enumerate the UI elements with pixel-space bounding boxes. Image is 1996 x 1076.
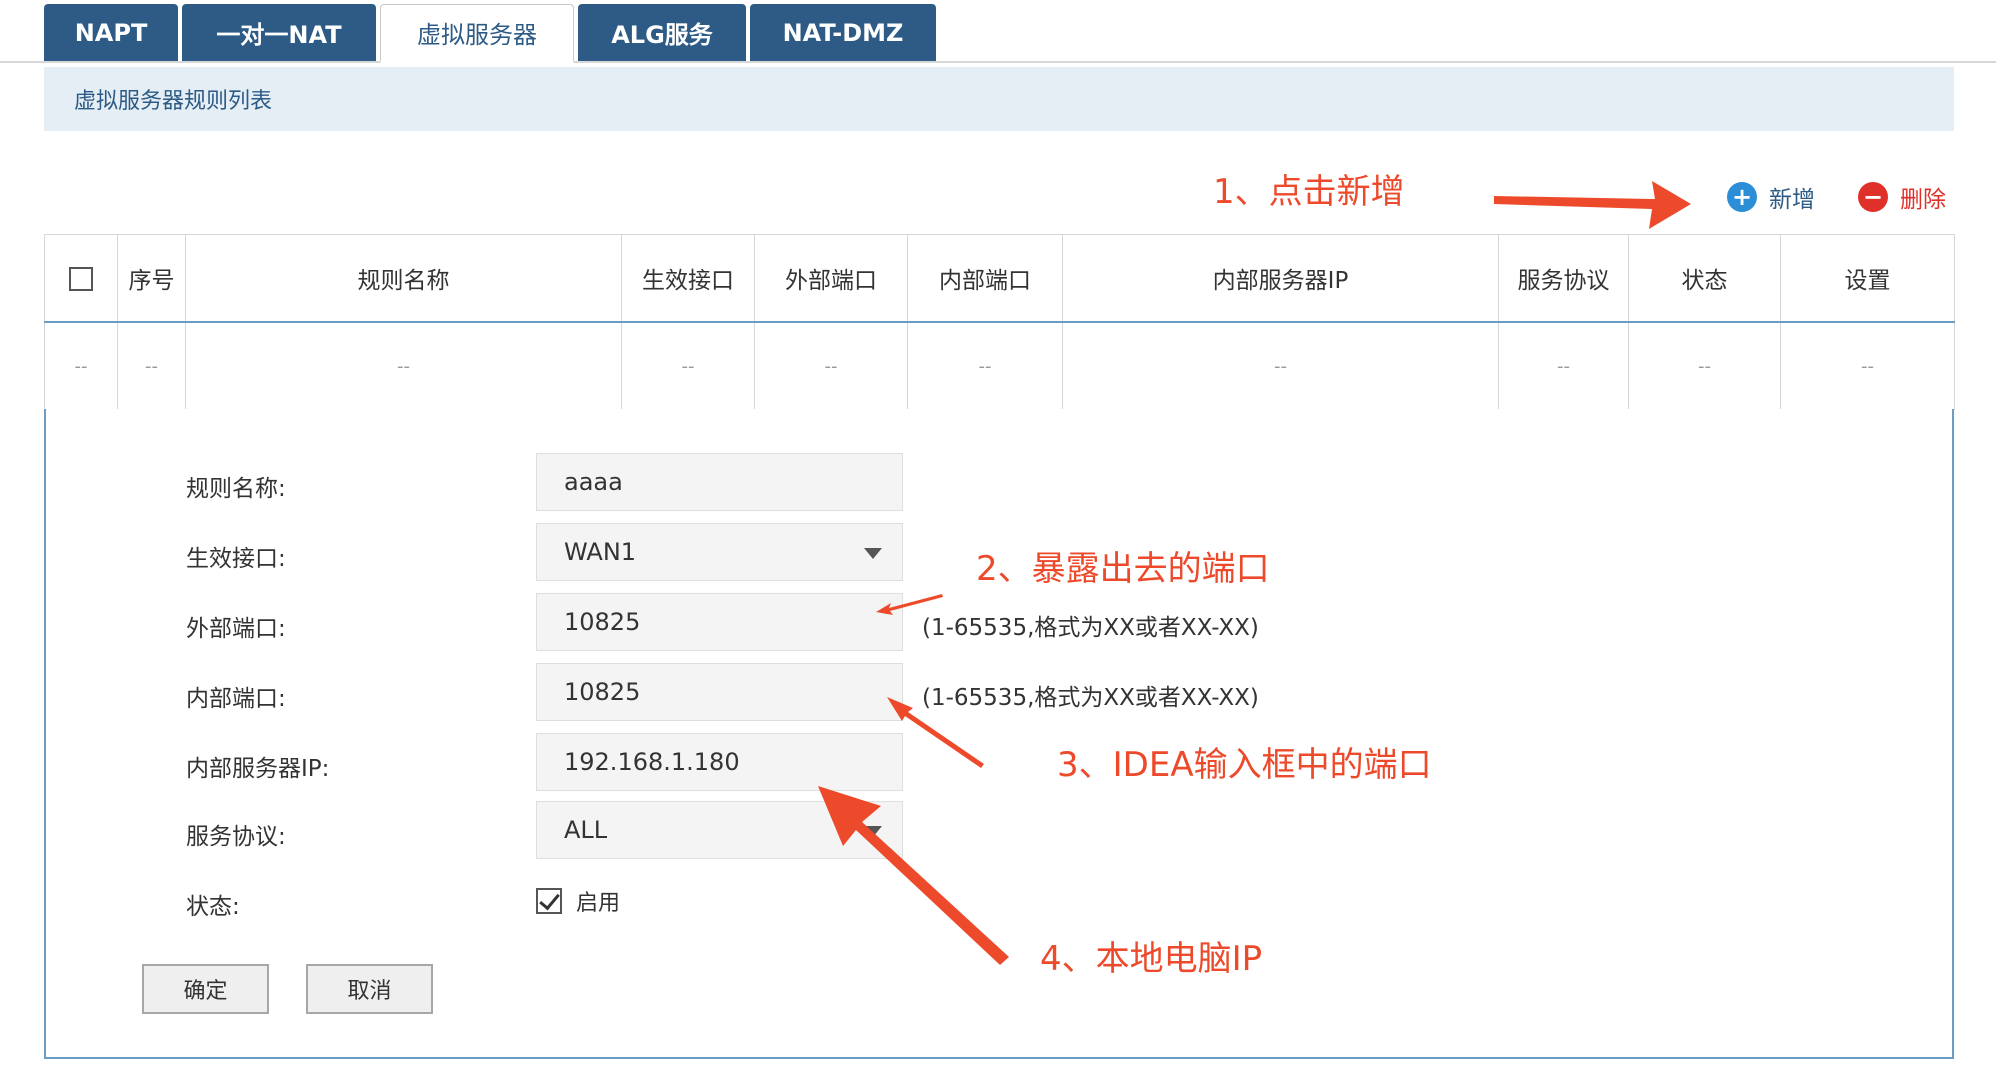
table-row: -- -- -- -- -- -- -- -- -- -- <box>44 322 1955 410</box>
add-button[interactable]: + 新增 <box>1727 180 1815 214</box>
section-header: 虚拟服务器规则列表 <box>44 67 1954 131</box>
rule-name-label: 规则名称: <box>186 476 286 502</box>
confirm-button[interactable]: 确定 <box>142 964 269 1014</box>
status-label: 状态: <box>186 894 240 920</box>
table-cell: -- <box>1062 322 1499 410</box>
interface-label: 生效接口: <box>186 546 286 572</box>
external-port-value: 10825 <box>564 608 641 636</box>
server-ip-value: 192.168.1.180 <box>564 748 740 776</box>
delete-button-label: 删除 <box>1900 187 1946 213</box>
chevron-down-icon <box>864 826 882 837</box>
rules-table: 序号 规则名称 生效接口 外部端口 内部端口 内部服务器IP 服务协议 状态 设… <box>44 234 1955 410</box>
rule-edit-form: 规则名称: aaaa 生效接口: WAN1 外部端口: 10825 (1-655… <box>44 409 1954 1059</box>
column-header: 内部端口 <box>907 234 1063 323</box>
internal-port-value: 10825 <box>564 678 641 706</box>
select-all-cell <box>44 234 118 323</box>
cancel-button[interactable]: 取消 <box>306 964 433 1014</box>
enable-checkbox[interactable] <box>536 888 562 914</box>
table-cell: -- <box>185 322 622 410</box>
chevron-down-icon <box>864 548 882 559</box>
delete-button[interactable]: − 删除 <box>1858 180 1946 214</box>
column-header: 服务协议 <box>1498 234 1629 323</box>
plus-circle-icon: + <box>1727 182 1757 212</box>
annotation-step-2: 2、暴露出去的端口 <box>976 549 1270 589</box>
external-port-hint: (1-65535,格式为XX或者XX-XX) <box>922 615 1259 641</box>
column-header: 设置 <box>1780 234 1955 323</box>
tab-alg-service[interactable]: ALG服务 <box>578 4 746 61</box>
server-ip-label: 内部服务器IP: <box>186 756 330 782</box>
table-cell: -- <box>117 322 186 410</box>
column-header: 序号 <box>117 234 186 323</box>
table-cell: -- <box>754 322 908 410</box>
external-port-label: 外部端口: <box>186 616 286 642</box>
select-all-checkbox[interactable] <box>69 266 93 291</box>
column-header: 生效接口 <box>621 234 755 323</box>
rule-name-input[interactable]: aaaa <box>536 453 903 511</box>
tab-one-to-one-nat[interactable]: 一对一NAT <box>182 4 376 61</box>
table-cell: -- <box>44 322 118 410</box>
rules-table-wrapper: 序号 规则名称 生效接口 外部端口 内部端口 内部服务器IP 服务协议 状态 设… <box>44 234 1955 410</box>
annotation-step-1: 1、点击新增 <box>1213 172 1405 212</box>
column-header: 内部服务器IP <box>1062 234 1499 323</box>
enable-checkbox-label: 启用 <box>576 891 621 916</box>
internal-port-label: 内部端口: <box>186 686 286 712</box>
minus-circle-icon: − <box>1858 182 1888 212</box>
server-ip-input[interactable]: 192.168.1.180 <box>536 733 903 791</box>
interface-select[interactable]: WAN1 <box>536 523 903 581</box>
table-cell: -- <box>1498 322 1629 410</box>
column-header: 规则名称 <box>185 234 622 323</box>
table-header-row: 序号 规则名称 生效接口 外部端口 内部端口 内部服务器IP 服务协议 状态 设… <box>44 234 1955 323</box>
interface-value: WAN1 <box>564 538 637 566</box>
tab-napt[interactable]: NAPT <box>44 4 178 61</box>
add-button-label: 新增 <box>1769 187 1815 213</box>
table-cell: -- <box>621 322 755 410</box>
arrow-to-add-button <box>1494 181 1691 229</box>
column-header: 状态 <box>1628 234 1781 323</box>
enable-checkbox-row[interactable]: 启用 <box>536 885 620 917</box>
section-title: 虚拟服务器规则列表 <box>74 89 273 114</box>
internal-port-hint: (1-65535,格式为XX或者XX-XX) <box>922 685 1259 711</box>
annotation-step-4: 4、本地电脑IP <box>1040 939 1263 979</box>
protocol-select[interactable]: ALL <box>536 801 903 859</box>
tab-nat-dmz[interactable]: NAT-DMZ <box>750 4 936 61</box>
table-cell: -- <box>1628 322 1781 410</box>
column-header: 外部端口 <box>754 234 908 323</box>
rule-name-value: aaaa <box>564 468 623 496</box>
table-cell: -- <box>907 322 1063 410</box>
tab-bar: NAPT 一对一NAT 虚拟服务器 ALG服务 NAT-DMZ <box>0 0 1996 63</box>
protocol-value: ALL <box>564 816 608 844</box>
annotation-step-3: 3、IDEA输入框中的端口 <box>1057 745 1432 785</box>
tab-virtual-server[interactable]: 虚拟服务器 <box>380 4 574 63</box>
internal-port-input[interactable]: 10825 <box>536 663 903 721</box>
table-cell: -- <box>1780 322 1955 410</box>
protocol-label: 服务协议: <box>186 824 286 850</box>
external-port-input[interactable]: 10825 <box>536 593 903 651</box>
